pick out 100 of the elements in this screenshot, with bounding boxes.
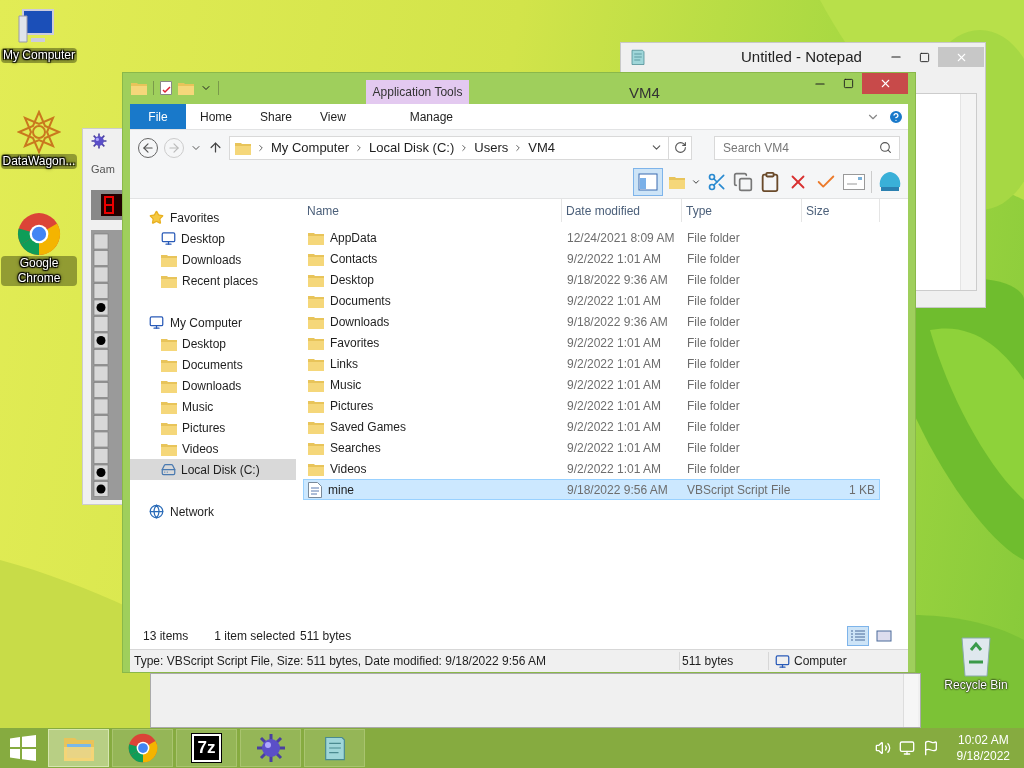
file-row[interactable]: Documents 9/2/2022 1:01 AM File folder xyxy=(303,290,880,311)
nav-item[interactable]: Videos xyxy=(130,438,296,459)
folder-icon xyxy=(161,336,177,351)
file-row[interactable]: mine 9/18/2022 9:56 AM VBScript Script File 1 KB xyxy=(303,479,880,500)
file-row[interactable]: Desktop 9/18/2022 9:36 AM File folder xyxy=(303,269,880,290)
folder-icon xyxy=(161,378,177,393)
breadcrumb-item[interactable]: My Computer xyxy=(271,137,350,158)
ribbon-tab[interactable]: Share xyxy=(246,104,307,129)
window-title: VM4 xyxy=(629,83,660,103)
folder-icon xyxy=(308,440,324,455)
properties-icon[interactable] xyxy=(160,81,172,95)
search-icon[interactable] xyxy=(879,140,892,154)
chrome-logo-icon xyxy=(17,212,61,256)
close-button[interactable] xyxy=(862,73,908,94)
refresh-button[interactable] xyxy=(668,135,692,160)
table-cell-text: 9/2/2022 1:01 AM xyxy=(566,376,663,394)
nav-item[interactable]: Local Disk (C:) xyxy=(130,459,296,480)
breadcrumb-item[interactable]: VM4 xyxy=(528,137,555,158)
ribbon-tab[interactable]: File xyxy=(130,104,186,129)
menu-item[interactable]: Gam xyxy=(91,161,115,178)
taskbar-button[interactable] xyxy=(304,729,365,767)
folder-icon xyxy=(308,419,324,434)
folder-icon xyxy=(308,314,324,329)
table-cell-text: File folder xyxy=(686,292,741,310)
zone-label: Computer xyxy=(794,653,847,670)
file-row[interactable]: Pictures 9/2/2022 1:01 AM File folder xyxy=(303,395,880,416)
nav-item[interactable]: Desktop xyxy=(130,228,296,249)
separator-icon[interactable] xyxy=(256,142,266,153)
file-row[interactable]: AppData 12/24/2021 8:09 AM File folder xyxy=(303,227,880,248)
scrollbar[interactable] xyxy=(960,94,976,290)
folder-icon xyxy=(308,377,324,392)
breadcrumb-item[interactable]: Local Disk (C:) xyxy=(369,137,455,158)
taskbar-button[interactable] xyxy=(240,729,301,767)
column-header[interactable]: Name xyxy=(303,199,562,222)
nav-item[interactable]: Desktop xyxy=(130,333,296,354)
selection-size: 511 bytes xyxy=(300,628,352,645)
file-row[interactable]: Music 9/2/2022 1:01 AM File folder xyxy=(303,374,880,395)
file-row[interactable]: Contacts 9/2/2022 1:01 AM File folder xyxy=(303,248,880,269)
nav-item[interactable]: Network xyxy=(130,501,296,522)
ribbon-tab[interactable]: Home xyxy=(186,104,246,129)
table-cell-text: 9/2/2022 1:01 AM xyxy=(566,334,663,352)
new-folder-icon xyxy=(178,81,194,95)
paste-icon[interactable] xyxy=(759,170,781,193)
column-header[interactable]: Size xyxy=(802,199,880,222)
nav-item[interactable]: My Computer xyxy=(130,312,296,333)
star-logo-icon xyxy=(17,110,61,154)
file-name: Searches xyxy=(330,439,381,457)
table-cell-text: File folder xyxy=(686,397,741,415)
up-icon[interactable] xyxy=(208,140,223,155)
details-view-button[interactable] xyxy=(847,626,869,646)
folder-icon xyxy=(308,293,324,308)
nav-item[interactable]: Downloads xyxy=(130,249,296,270)
file-name: Saved Games xyxy=(330,418,407,436)
script-file-icon xyxy=(308,481,322,498)
taskbar-button[interactable]: 7z xyxy=(176,729,237,767)
table-cell-text: File folder xyxy=(686,250,741,268)
nav-item[interactable]: Documents xyxy=(130,354,296,375)
cut-icon[interactable] xyxy=(707,171,727,192)
file-name: Documents xyxy=(330,292,391,310)
address-bar[interactable]: My Computer Local Disk (C:) Users VM4 xyxy=(229,135,669,160)
file-row[interactable]: Links 9/2/2022 1:01 AM File folder xyxy=(303,353,880,374)
star-icon xyxy=(149,210,164,225)
nav-item[interactable]: Music xyxy=(130,396,296,417)
file-row[interactable]: Downloads 9/18/2022 9:36 AM File folder xyxy=(303,311,880,332)
action-center-icon[interactable] xyxy=(922,740,939,756)
envelope-icon[interactable] xyxy=(843,173,865,190)
folder-icon xyxy=(308,272,324,287)
nav-item[interactable]: Downloads xyxy=(130,375,296,396)
column-header[interactable]: Date modified xyxy=(562,199,682,222)
maximize-icon[interactable] xyxy=(843,78,854,89)
drive-icon xyxy=(161,462,176,477)
file-name: mine xyxy=(328,481,354,499)
file-row[interactable]: Saved Games 9/2/2022 1:01 AM File folder xyxy=(303,416,880,437)
file-row[interactable]: Favorites 9/2/2022 1:01 AM File folder xyxy=(303,332,880,353)
chrome-logo-icon xyxy=(127,733,158,763)
folder-icon xyxy=(308,251,324,266)
breadcrumb-item[interactable]: Users xyxy=(474,137,509,158)
scrollbar[interactable] xyxy=(903,674,918,727)
search-field[interactable]: Search VM4 xyxy=(714,135,900,160)
preview-pane-button[interactable] xyxy=(633,167,663,196)
table-cell-text: 9/2/2022 1:01 AM xyxy=(566,292,663,310)
table-cell-text: File folder xyxy=(686,439,741,457)
table-cell-text: File folder xyxy=(686,418,741,436)
taskbar-button[interactable] xyxy=(112,729,173,767)
file-row[interactable]: Searches 9/2/2022 1:01 AM File folder xyxy=(303,437,880,458)
windows-logo-icon[interactable] xyxy=(10,735,36,761)
computer-icon xyxy=(775,653,790,669)
copy-icon[interactable] xyxy=(733,171,753,192)
nav-item[interactable]: Recent places xyxy=(130,270,296,291)
table-cell-text: 9/2/2022 1:01 AM xyxy=(566,355,663,373)
file-row[interactable]: Videos 9/2/2022 1:01 AM File folder xyxy=(303,458,880,479)
column-header[interactable]: Type xyxy=(682,199,802,222)
table-cell-text: 9/2/2022 1:01 AM xyxy=(566,460,663,478)
maximize-icon[interactable] xyxy=(919,51,930,63)
ribbon-tab[interactable]: View xyxy=(306,104,360,129)
nav-item[interactable]: Pictures xyxy=(130,417,296,438)
folder-icon xyxy=(308,461,324,476)
help-icon[interactable] xyxy=(888,108,904,125)
nav-item[interactable]: Favorites xyxy=(130,207,296,228)
mine-icon xyxy=(91,133,107,149)
